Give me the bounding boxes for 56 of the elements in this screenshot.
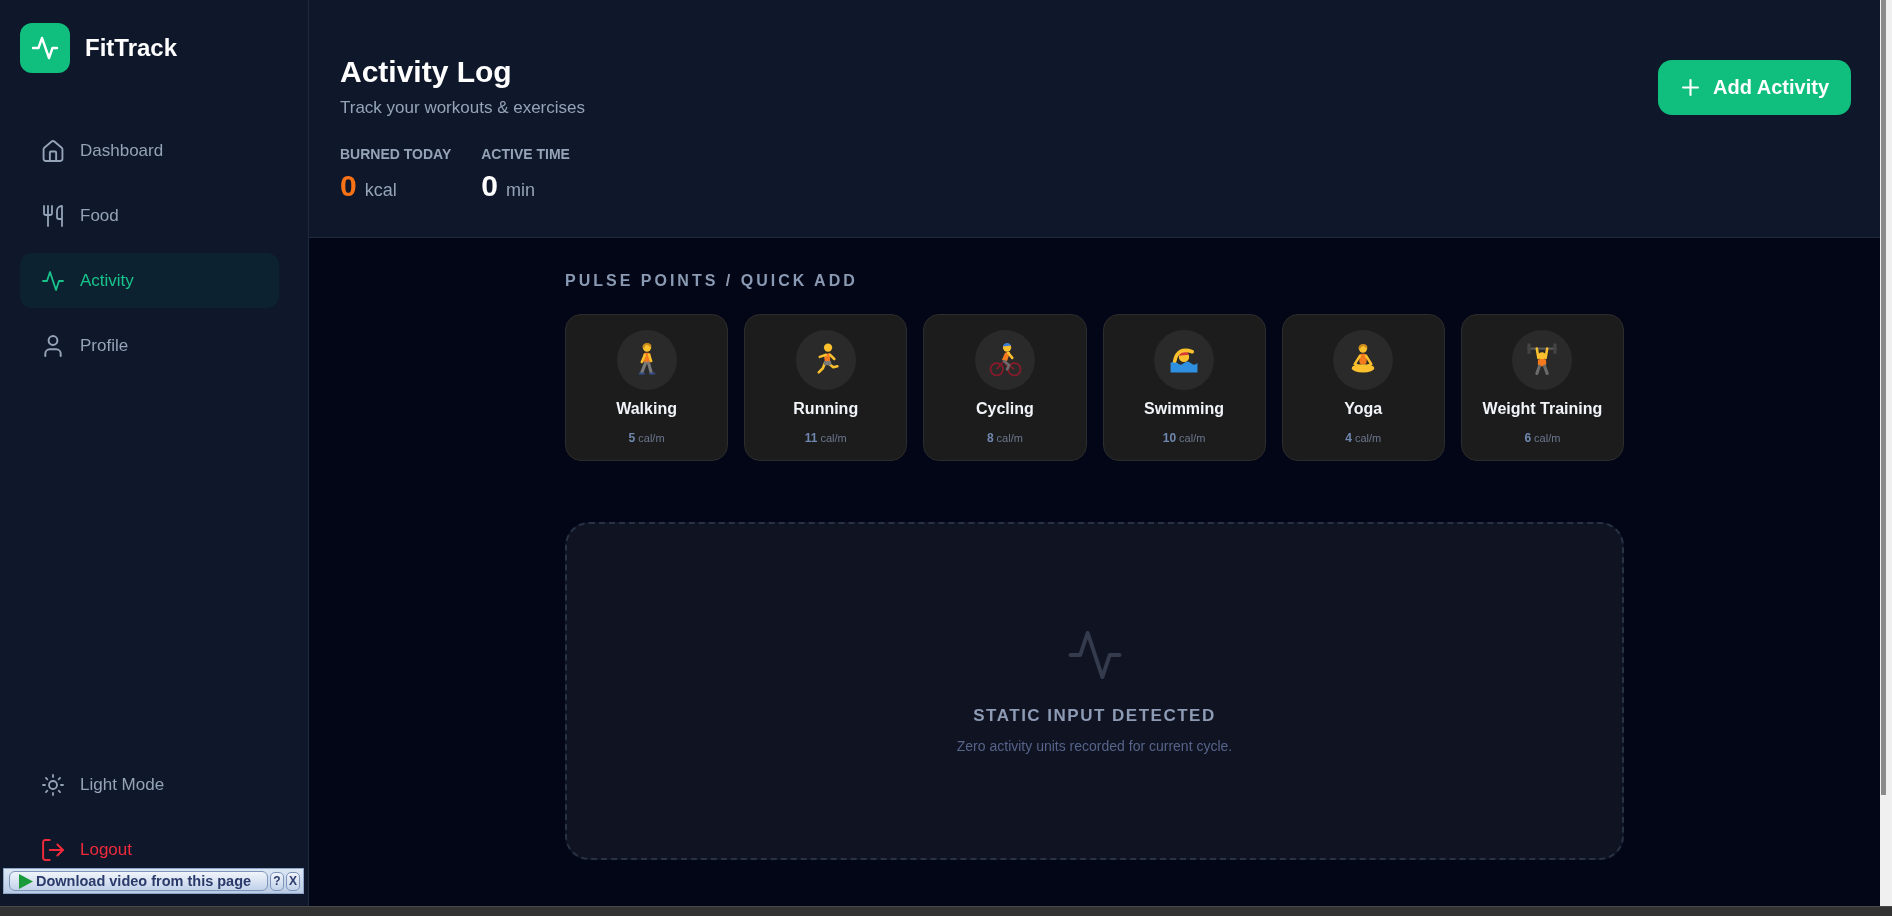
activity-name: Swimming [1144,399,1225,419]
sun-icon [42,774,64,796]
theme-toggle-button[interactable]: Light Mode [20,767,279,803]
help-button[interactable]: ? [270,871,284,891]
calorie-rate: 11 cal/m [804,430,847,445]
stat-label: ACTIVE TIME [481,145,570,163]
activity-name: Yoga [1344,399,1383,419]
stat-value: 0 [340,168,357,204]
page-subtitle: Track your workouts & exercises [340,97,585,119]
nav-item[interactable]: Activity [20,253,279,308]
empty-state-title: STATIC INPUT DETECTED [973,705,1216,726]
plus-icon [1682,79,1700,96]
meditating-person-icon [1333,330,1394,390]
nav-item[interactable]: Food [20,188,279,243]
empty-state-message: Zero activity units recorded for current cycle. [956,736,1233,755]
download-video-button[interactable]: Download video from this page [9,871,268,891]
page-title: Activity Log [340,54,513,90]
logout-button[interactable]: Logout [20,832,279,868]
stat-unit: kcal [364,180,397,201]
logout-icon [42,839,64,861]
walking-person-icon [616,330,677,390]
person-icon [42,334,64,357]
quick-add-card[interactable]: Swimming 10 cal/m [1102,314,1266,461]
quick-add-card[interactable]: Walking 5 cal/m [565,314,729,461]
quick-add-card[interactable]: Cycling 8 cal/m [923,314,1087,461]
quick-add-card[interactable]: Running 11 cal/m [744,314,908,461]
activity-name: Cycling [976,399,1034,419]
brand-name: FitTrack [85,34,178,62]
pulse-icon [42,269,64,292]
home-icon [42,139,64,162]
fork-knife-icon [42,204,64,227]
calorie-rate: 10 cal/m [1162,430,1206,445]
play-icon [19,873,33,889]
stat-unit: min [505,180,535,201]
scrollbar-thumb[interactable] [1881,0,1886,795]
quick-add-card[interactable]: Weight Training 6 cal/m [1460,314,1624,461]
calorie-rate: 4 cal/m [1345,430,1382,445]
activity-name: Walking [616,399,677,419]
calorie-rate: 6 cal/m [1524,430,1561,445]
swimming-person-icon [1154,330,1215,390]
stat-value: 0 [481,168,498,204]
scrollbar-track[interactable] [1880,0,1892,906]
nav-item[interactable]: Dashboard [20,123,279,178]
pulse-logo-icon [20,23,70,73]
calorie-rate: 5 cal/m [628,430,665,445]
nav-item[interactable]: Profile [20,318,279,373]
stat-label: BURNED TODAY [340,145,452,163]
calorie-rate: 8 cal/m [986,430,1023,445]
activity-name: Weight Training [1482,399,1603,419]
close-button[interactable]: X [286,871,300,891]
activity-name: Running [793,399,859,419]
weightlifting-person-icon [1512,330,1573,390]
section-heading: PULSE POINTS / QUICK ADD [565,271,859,291]
running-person-icon [795,330,856,390]
cycling-person-icon [974,330,1035,390]
quick-add-card[interactable]: Yoga 4 cal/m [1281,314,1445,461]
